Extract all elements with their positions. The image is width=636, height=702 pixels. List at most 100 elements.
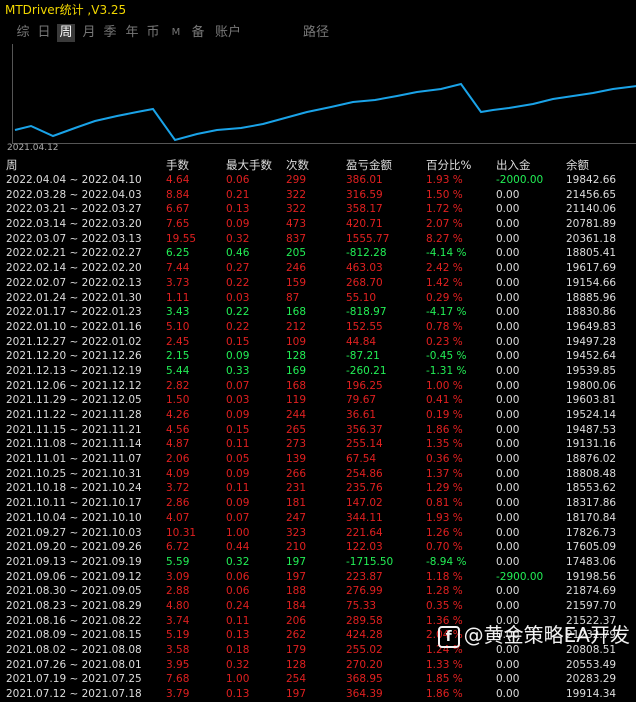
table-row[interactable]: 2021.11.22 ~ 2021.11.28 4.26 0.09 244 36.61 0… bbox=[0, 408, 636, 423]
column-header[interactable]: 余额 bbox=[566, 158, 589, 173]
table-row[interactable]: 2021.12.27 ~ 2022.01.02 2.45 0.15 109 44.84 0… bbox=[0, 335, 636, 350]
tab-6[interactable]: 币 bbox=[145, 24, 161, 42]
table-row[interactable]: 2021.10.11 ~ 2021.10.17 2.86 0.09 181 147.02… bbox=[0, 496, 636, 511]
table-cell: 168 bbox=[286, 306, 307, 319]
table-cell: 246 bbox=[286, 262, 307, 275]
table-cell: 3.09 bbox=[166, 570, 190, 583]
table-row[interactable]: 2021.07.26 ~ 2021.08.01 3.95 0.32 128 270.20… bbox=[0, 658, 636, 673]
table-row[interactable]: 2021.08.30 ~ 2021.09.05 2.88 0.06 188 276.99… bbox=[0, 584, 636, 599]
table-row[interactable]: 2022.01.10 ~ 2022.01.16 5.10 0.22 212 152.55… bbox=[0, 320, 636, 335]
tab-0[interactable]: 综 bbox=[16, 24, 30, 42]
table-row[interactable]: 2021.11.29 ~ 2021.12.05 1.50 0.03 119 79.67 0… bbox=[0, 393, 636, 408]
column-header[interactable]: 周 bbox=[6, 158, 18, 173]
table-row[interactable]: 2022.02.21 ~ 2022.02.27 6.25 0.46 205 -812.2… bbox=[0, 246, 636, 261]
column-header[interactable]: 最大手数 bbox=[226, 158, 272, 173]
table-cell: 254.86 bbox=[346, 467, 383, 480]
column-header[interactable]: 百分比% bbox=[426, 158, 471, 173]
table-cell: 4.56 bbox=[166, 423, 190, 436]
table-header: 周 手数 最大手数 次数 盈亏金额 百分比% 出入金 余额 bbox=[0, 158, 636, 173]
table-cell: 2021.08.02 ~ 2021.08.08 bbox=[6, 644, 142, 656]
table-row[interactable]: 2022.03.28 ~ 2022.04.03 8.84 0.21 322 316.59… bbox=[0, 188, 636, 203]
table-cell: 18830.86 bbox=[566, 306, 617, 319]
table-cell: 235.76 bbox=[346, 482, 383, 495]
table-cell: 19452.64 bbox=[566, 350, 617, 363]
table-row[interactable]: 2022.04.04 ~ 2022.04.10 4.64 0.06 299 386.01… bbox=[0, 173, 636, 188]
table-cell: 1.35 % bbox=[426, 438, 463, 451]
tab-9[interactable]: 账户 bbox=[214, 24, 242, 42]
tab-4[interactable]: 季 bbox=[102, 24, 118, 42]
table-row[interactable]: 2021.09.13 ~ 2021.09.19 5.59 0.32 197 -1715.… bbox=[0, 555, 636, 570]
table-cell: 2021.09.06 ~ 2021.09.12 bbox=[6, 570, 142, 583]
table-row[interactable]: 2021.12.13 ~ 2021.12.19 5.44 0.33 169 -260.2… bbox=[0, 364, 636, 379]
table-row[interactable]: 2021.10.04 ~ 2021.10.10 4.07 0.07 247 344.11… bbox=[0, 511, 636, 526]
tab-7[interactable]: M bbox=[170, 24, 182, 42]
tab-10[interactable]: 路径 bbox=[302, 24, 330, 42]
table-cell: 18808.48 bbox=[566, 467, 617, 480]
tab-1[interactable]: 日 bbox=[37, 24, 51, 42]
table-cell: 0.00 bbox=[496, 585, 520, 598]
table-row[interactable]: 2021.11.08 ~ 2021.11.14 4.87 0.11 273 255.14… bbox=[0, 437, 636, 452]
table-cell: 368.95 bbox=[346, 673, 383, 686]
table-cell: 0.36 % bbox=[426, 453, 463, 466]
table-cell: 206 bbox=[286, 614, 307, 627]
table-cell: 2021.07.19 ~ 2021.07.25 bbox=[6, 673, 142, 686]
table-cell: 837 bbox=[286, 232, 307, 245]
tab-5[interactable]: 年 bbox=[124, 24, 140, 42]
table-row[interactable]: 2022.01.17 ~ 2022.01.23 3.43 0.22 168 -818.9… bbox=[0, 305, 636, 320]
table-row[interactable]: 2022.03.21 ~ 2022.03.27 6.67 0.13 322 358.17… bbox=[0, 202, 636, 217]
column-header[interactable]: 手数 bbox=[166, 158, 189, 173]
table-cell: 268.70 bbox=[346, 276, 383, 289]
table-row[interactable]: 2021.09.27 ~ 2021.10.03 10.31 1.00 323 221.6… bbox=[0, 526, 636, 541]
table-cell: 0.78 % bbox=[426, 320, 463, 333]
table-row[interactable]: 2021.11.01 ~ 2021.11.07 2.06 0.05 139 67.54 0… bbox=[0, 452, 636, 467]
table-cell: 223.87 bbox=[346, 570, 383, 583]
table-cell: 196.25 bbox=[346, 379, 383, 392]
equity-curve-line bbox=[14, 82, 636, 142]
table-cell: 5.10 bbox=[166, 320, 190, 333]
table-cell: 1.93 % bbox=[426, 511, 463, 524]
table-cell: 1.00 % bbox=[426, 379, 463, 392]
table-cell: 18317.86 bbox=[566, 497, 617, 510]
table-cell: 0.35 % bbox=[426, 599, 463, 612]
table-cell: 2021.09.13 ~ 2021.09.19 bbox=[6, 555, 142, 568]
tab-8[interactable]: 备 bbox=[190, 24, 206, 42]
tab-3[interactable]: 月 bbox=[82, 24, 96, 42]
table-row[interactable]: 2022.03.14 ~ 2022.03.20 7.65 0.09 473 420.71… bbox=[0, 217, 636, 232]
table-cell: 0.09 bbox=[226, 218, 250, 231]
table-row[interactable]: 2021.09.20 ~ 2021.09.26 6.72 0.44 210 122.03… bbox=[0, 540, 636, 555]
table-cell: 1.37 % bbox=[426, 467, 463, 480]
table-row[interactable]: 2021.08.23 ~ 2021.08.29 4.80 0.24 184 75.33 0… bbox=[0, 599, 636, 614]
table-row[interactable]: 2021.07.19 ~ 2021.07.25 7.68 1.00 254 368.95… bbox=[0, 672, 636, 687]
table-row[interactable]: 2022.03.07 ~ 2022.03.13 19.55 0.32 837 1555.… bbox=[0, 232, 636, 247]
table-cell: 231 bbox=[286, 482, 307, 495]
table-row[interactable]: 2022.02.07 ~ 2022.02.13 3.73 0.22 159 268.70… bbox=[0, 276, 636, 291]
table-cell: 19800.06 bbox=[566, 379, 617, 392]
table-cell: 3.58 bbox=[166, 644, 190, 656]
table-cell: 289.58 bbox=[346, 614, 383, 627]
table-row[interactable]: 2021.12.06 ~ 2021.12.12 2.82 0.07 168 196.25… bbox=[0, 379, 636, 394]
table-cell: 2021.08.16 ~ 2021.08.22 bbox=[6, 614, 142, 627]
table-cell: 2021.07.12 ~ 2021.07.18 bbox=[6, 688, 142, 701]
table-cell: 3.79 bbox=[166, 688, 190, 701]
table-cell: 139 bbox=[286, 453, 307, 466]
table-cell: 2021.08.30 ~ 2021.09.05 bbox=[6, 585, 142, 598]
table-cell: 0.07 bbox=[226, 511, 250, 524]
table-row[interactable]: 2022.01.24 ~ 2022.01.30 1.11 0.03 87 55.10 0.… bbox=[0, 291, 636, 306]
table-cell: 19131.16 bbox=[566, 438, 617, 451]
table-row[interactable]: 2021.12.20 ~ 2021.12.26 2.15 0.09 128 -87.21… bbox=[0, 349, 636, 364]
tab-2[interactable]: 周 bbox=[57, 24, 75, 42]
table-row[interactable]: 2022.02.14 ~ 2022.02.20 7.44 0.27 246 463.03… bbox=[0, 261, 636, 276]
table-row[interactable]: 2021.10.25 ~ 2021.10.31 4.09 0.09 266 254.86… bbox=[0, 467, 636, 482]
column-header[interactable]: 出入金 bbox=[496, 158, 531, 173]
column-header[interactable]: 盈亏金额 bbox=[346, 158, 392, 173]
table-cell: 270.20 bbox=[346, 658, 383, 671]
table-row[interactable]: 2021.10.18 ~ 2021.10.24 3.72 0.11 231 235.76… bbox=[0, 481, 636, 496]
table-row[interactable]: 2021.09.06 ~ 2021.09.12 3.09 0.06 197 223.87… bbox=[0, 570, 636, 585]
table-cell: 20781.89 bbox=[566, 218, 617, 231]
table-cell: 0.27 bbox=[226, 262, 250, 275]
table-row[interactable]: 2021.07.12 ~ 2021.07.18 3.79 0.13 197 364.39… bbox=[0, 687, 636, 702]
column-header[interactable]: 次数 bbox=[286, 158, 309, 173]
table-cell: 2.45 bbox=[166, 335, 190, 348]
table-row[interactable]: 2021.11.15 ~ 2021.11.21 4.56 0.15 265 356.37… bbox=[0, 423, 636, 438]
table-cell: 0.11 bbox=[226, 614, 250, 627]
